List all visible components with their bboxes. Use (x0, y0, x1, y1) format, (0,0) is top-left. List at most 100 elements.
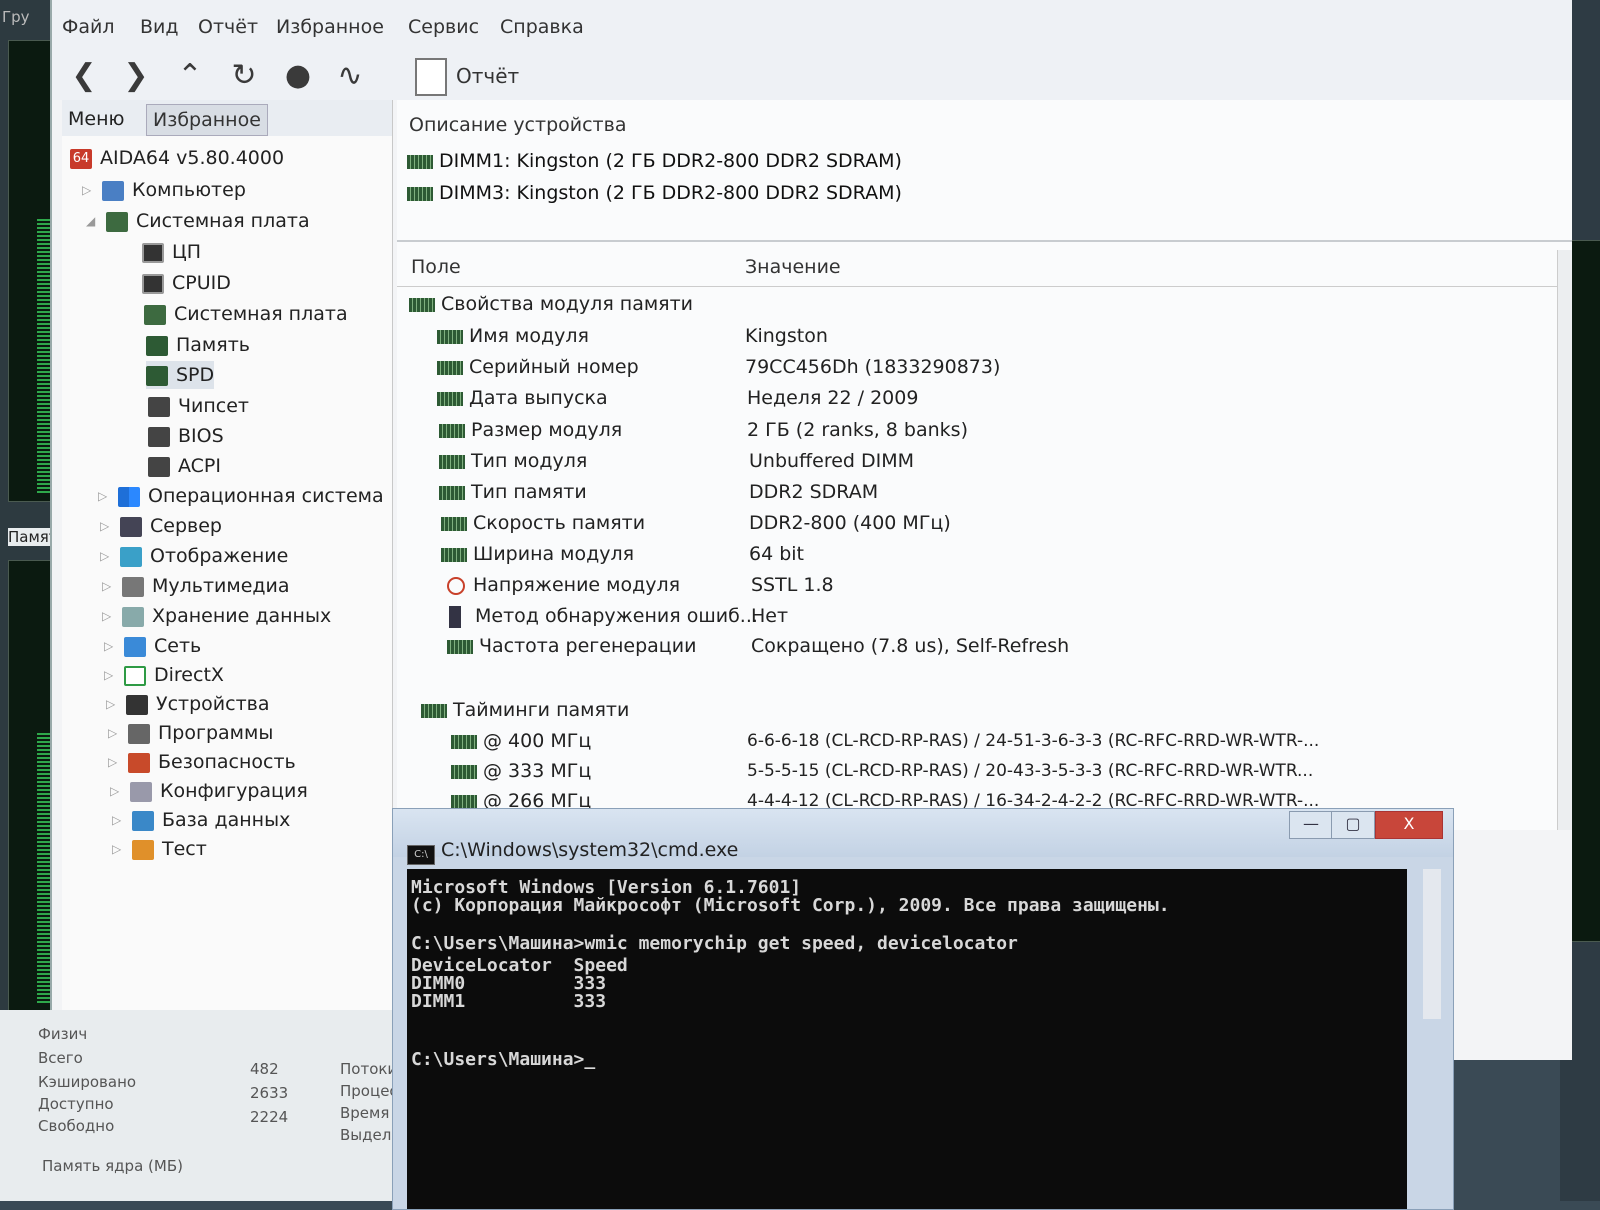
console-line: DIMM1 333 (411, 991, 607, 1012)
tree-item-network[interactable]: ▷ Сеть (104, 632, 201, 660)
acpi-icon (148, 456, 170, 477)
cpu-icon (142, 242, 164, 263)
cmd-title-bar[interactable]: C:\ C:\Windows\system32\cmd.exe — ▢ X (393, 809, 1453, 865)
table-row[interactable]: @ 400 МГц 6-6-6-18 (CL-RCD-RP-RAS) / 24-5… (451, 727, 1551, 755)
console-line: (c) Корпорация Майкрософт (Microsoft Cor… (411, 895, 1170, 916)
device-description-header: Описание устройства (409, 114, 627, 136)
table-row[interactable]: Частота регенерации Сокращено (7.8 us), S… (447, 632, 1547, 660)
user-icon[interactable]: ● (280, 58, 316, 94)
toolbar: ❮ ❯ ⌃ ↻ ● ∿ Отчёт (52, 52, 1572, 100)
cmd-scrollbar[interactable] (1423, 869, 1441, 1019)
console-output[interactable]: Microsoft Windows [Version 6.1.7601] (c)… (407, 869, 1407, 1209)
tree-item-os[interactable]: ▷ Операционная система (98, 482, 384, 510)
memory-module-icon (407, 186, 433, 201)
tree-item-spd[interactable]: SPD (146, 361, 215, 389)
table-row[interactable]: Тип памяти DDR2 SDRAM (439, 478, 1539, 506)
tree-item-cpu[interactable]: ЦП (142, 238, 201, 266)
cmd-title: C:\Windows\system32\cmd.exe (441, 839, 739, 861)
tab-menu[interactable]: Меню (62, 104, 131, 134)
device-list-item[interactable]: DIMM3: Kingston (2 ГБ DDR2-800 DDR2 SDRA… (407, 182, 902, 204)
storage-icon (122, 606, 144, 627)
column-header-value[interactable]: Значение (745, 256, 841, 278)
console-line: C:\Users\Машина>wmic memorychip get spee… (411, 933, 1018, 954)
details-panel: Описание устройства DIMM1: Kingston (2 Г… (397, 100, 1572, 830)
memory-module-icon (441, 516, 467, 531)
tree-root[interactable]: 64 AIDA64 v5.80.4000 (70, 144, 284, 172)
tree-item-database[interactable]: ▷ База данных (112, 806, 290, 834)
group-memory-timings[interactable]: Тайминги памяти (421, 696, 629, 724)
back-arrow-icon[interactable]: ❮ (66, 58, 102, 94)
windows-icon (118, 486, 140, 507)
memory-module-icon (407, 154, 433, 169)
table-row[interactable]: Дата выпуска Неделя 22 / 2009 (437, 384, 1537, 412)
tree-item-multimedia[interactable]: ▷ Мультимедиа (102, 572, 290, 600)
aida64-logo-icon: 64 (70, 148, 92, 169)
tree-item-computer[interactable]: ▷ Компьютер (82, 176, 246, 204)
table-row[interactable]: @ 333 МГц 5-5-5-15 (CL-RCD-RP-RAS) / 20-4… (451, 757, 1551, 785)
memory-module-icon (447, 639, 473, 654)
device-list-item[interactable]: DIMM1: Kingston (2 ГБ DDR2-800 DDR2 SDRA… (407, 150, 902, 172)
table-row[interactable]: Размер модуля 2 ГБ (2 ranks, 8 banks) (439, 416, 1539, 444)
table-row[interactable]: Имя модуля Kingston (437, 322, 1537, 350)
table-row[interactable]: Тип модуля Unbuffered DIMM (439, 447, 1539, 475)
tree-item-bios[interactable]: BIOS (148, 422, 224, 450)
tree-item-security[interactable]: ▷ Безопасность (108, 748, 296, 776)
report-button-label[interactable]: Отчёт (456, 64, 519, 88)
menu-view[interactable]: Вид (140, 16, 179, 38)
memory-module-icon (409, 297, 435, 312)
bios-icon (148, 426, 170, 447)
memory-module-icon (451, 794, 477, 809)
tree-item-cpuid[interactable]: CPUID (142, 269, 231, 297)
table-row[interactable]: Напряжение модуля SSTL 1.8 (447, 571, 1547, 599)
tree-item-motherboard-sub[interactable]: Системная плата (144, 300, 348, 328)
table-row[interactable]: Ширина модуля 64 bit (441, 540, 1541, 568)
bg-label-top: Гру (2, 8, 30, 26)
report-icon[interactable] (415, 58, 447, 96)
config-icon (130, 781, 152, 802)
tab-favorites[interactable]: Избранное (146, 104, 268, 136)
close-button[interactable]: X (1375, 811, 1443, 839)
tree-item-display[interactable]: ▷ Отображение (100, 542, 288, 570)
details-scrollbar[interactable] (1557, 250, 1572, 830)
chipset-icon (148, 396, 170, 417)
console-prompt[interactable]: C:\Users\Машина>_ (411, 1049, 595, 1070)
tree-item-memory[interactable]: Память (146, 331, 250, 359)
motherboard-icon (144, 304, 166, 325)
tree-item-test[interactable]: ▷ Тест (112, 835, 207, 863)
table-row[interactable]: Метод обнаружения ошиб... Нет (449, 602, 1549, 630)
devices-icon (126, 694, 148, 715)
menu-file[interactable]: Файл (62, 16, 115, 38)
chart-icon[interactable]: ∿ (332, 58, 368, 94)
up-arrow-icon[interactable]: ⌃ (172, 58, 208, 94)
menu-bar: Файл Вид Отчёт Избранное Сервис Справка (52, 0, 1572, 53)
menu-service[interactable]: Сервис (408, 16, 479, 38)
menu-report[interactable]: Отчёт (198, 16, 258, 38)
programs-icon (128, 723, 150, 744)
memory-module-icon (437, 360, 463, 375)
tree-item-programs[interactable]: ▷ Программы (108, 719, 273, 747)
tree-item-chipset[interactable]: Чипсет (148, 392, 249, 420)
minimize-button[interactable]: — (1289, 811, 1333, 839)
tree-item-storage[interactable]: ▷ Хранение данных (102, 602, 331, 630)
tree-item-configuration[interactable]: ▷ Конфигурация (110, 777, 308, 805)
maximize-button[interactable]: ▢ (1331, 811, 1375, 839)
table-row[interactable]: Серийный номер 79CC456Dh (1833290873) (437, 353, 1537, 381)
database-icon (132, 810, 154, 831)
forward-arrow-icon[interactable]: ❯ (118, 58, 154, 94)
memory-module-icon (437, 329, 463, 344)
tree-item-directx[interactable]: ▷ DirectX (104, 661, 224, 689)
tree-item-server[interactable]: ▷ Сервер (100, 512, 222, 540)
shield-icon (128, 752, 150, 773)
table-row[interactable]: Скорость памяти DDR2-800 (400 МГц) (441, 509, 1541, 537)
refresh-icon[interactable]: ↻ (226, 58, 262, 94)
splitter[interactable] (397, 240, 1572, 242)
speaker-icon (122, 576, 144, 597)
menu-favorites[interactable]: Избранное (276, 16, 384, 38)
menu-help[interactable]: Справка (500, 16, 584, 38)
column-header-field[interactable]: Поле (411, 256, 461, 278)
tree-item-motherboard[interactable]: ◢ Системная плата (86, 207, 310, 235)
group-memory-module-properties[interactable]: Свойства модуля памяти (409, 290, 693, 318)
tree-item-acpi[interactable]: ACPI (148, 452, 221, 480)
tree-item-devices[interactable]: ▷ Устройства (106, 690, 269, 718)
computer-icon (102, 180, 124, 201)
